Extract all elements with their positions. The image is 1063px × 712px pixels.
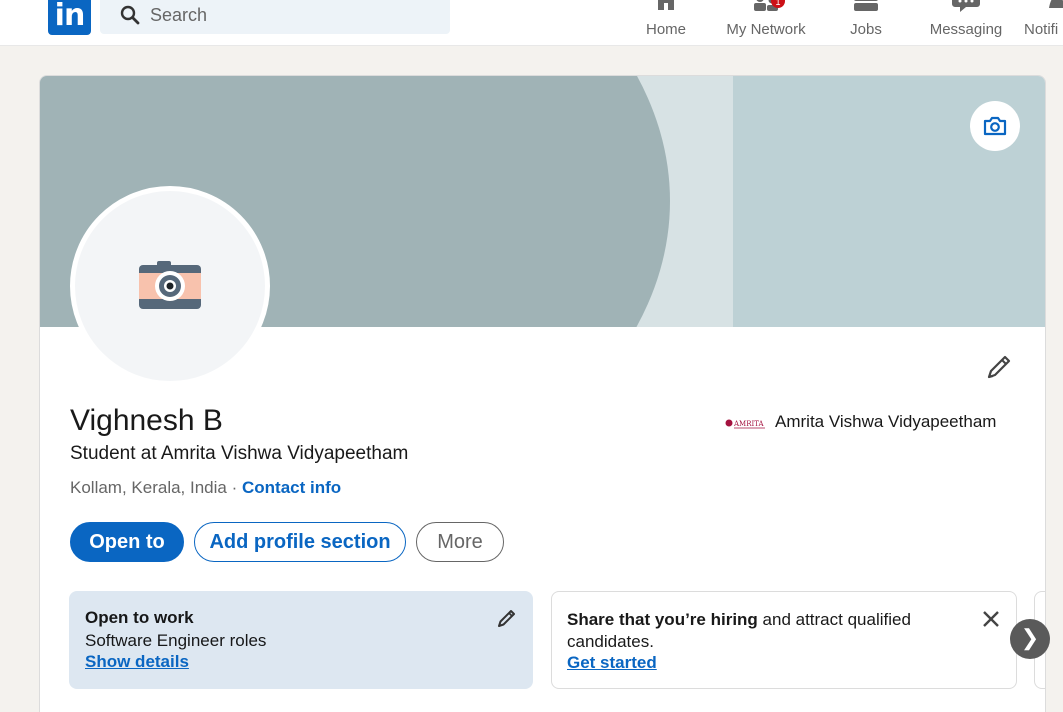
nav-label-home: Home bbox=[645, 21, 686, 38]
carousel-next-button[interactable]: ❯ bbox=[1010, 619, 1050, 659]
briefcase-icon bbox=[854, 0, 878, 11]
location-separator: · bbox=[226, 478, 242, 497]
profile-location-line: Kollam, Kerala, India · Contact info bbox=[70, 478, 341, 498]
search-input[interactable] bbox=[150, 4, 430, 26]
share-hiring-card[interactable]: Share that you’re hiring and attract qua… bbox=[551, 591, 1017, 689]
close-icon[interactable] bbox=[980, 608, 1002, 630]
show-details-link[interactable]: Show details bbox=[85, 652, 189, 672]
amrita-logo: AMRITA bbox=[725, 419, 765, 429]
nav-item-jobs[interactable]: Jobs bbox=[830, 0, 902, 46]
nav-label-my-network: My Network bbox=[726, 21, 806, 38]
hiring-text: Share that you’re hiring and attract qua… bbox=[567, 609, 947, 653]
search-icon bbox=[120, 5, 140, 25]
edit-banner-button[interactable] bbox=[970, 101, 1020, 151]
open-to-work-roles: Software Engineer roles bbox=[85, 631, 267, 650]
nav-label-messaging: Messaging bbox=[929, 21, 1003, 38]
top-navigation-bar: in Home 1 My Network Jobs bbox=[0, 0, 1063, 46]
search-box[interactable] bbox=[100, 0, 450, 34]
open-to-work-title: Open to work bbox=[85, 608, 194, 627]
linkedin-logo[interactable]: in bbox=[48, 0, 91, 35]
hiring-text-bold: Share that you’re hiring bbox=[567, 610, 758, 629]
add-photo-camera-icon bbox=[139, 261, 201, 309]
education-name: Amrita Vishwa Vidyapeetham bbox=[775, 412, 997, 431]
profile-name: Vighnesh B bbox=[70, 404, 223, 437]
get-started-link[interactable]: Get started bbox=[567, 653, 657, 673]
notification-badge: 1 bbox=[771, 0, 785, 8]
profile-location: Kollam, Kerala, India bbox=[70, 478, 227, 497]
camera-icon bbox=[983, 116, 1007, 136]
contact-info-link[interactable]: Contact info bbox=[242, 478, 341, 497]
home-icon bbox=[658, 0, 674, 10]
nav-label-jobs: Jobs bbox=[850, 21, 882, 38]
edit-intro-pencil-icon[interactable] bbox=[984, 352, 1014, 382]
add-profile-section-button[interactable]: Add profile section bbox=[194, 522, 406, 562]
open-to-button[interactable]: Open to bbox=[70, 522, 184, 562]
nav-label-notifications: Notifi bbox=[1024, 21, 1059, 38]
edit-open-to-work-pencil-icon[interactable] bbox=[496, 607, 518, 629]
svg-text:AMRITA: AMRITA bbox=[733, 420, 765, 428]
more-button[interactable]: More bbox=[416, 522, 504, 562]
nav-item-home[interactable]: Home bbox=[630, 0, 702, 46]
profile-photo-placeholder[interactable] bbox=[70, 186, 270, 386]
nav-item-my-network[interactable]: 1 My Network bbox=[720, 0, 812, 46]
open-to-work-card[interactable]: Open to work Software Engineer roles Sho… bbox=[69, 591, 533, 689]
profile-headline: Student at Amrita Vishwa Vidyapeetham bbox=[70, 443, 409, 464]
bell-icon bbox=[1049, 0, 1063, 8]
profile-card: Vighnesh B Student at Amrita Vishwa Vidy… bbox=[39, 75, 1046, 712]
chat-icon bbox=[952, 0, 980, 12]
nav-item-notifications[interactable]: Notifi bbox=[1020, 0, 1063, 46]
nav-item-messaging[interactable]: Messaging bbox=[925, 0, 1007, 46]
